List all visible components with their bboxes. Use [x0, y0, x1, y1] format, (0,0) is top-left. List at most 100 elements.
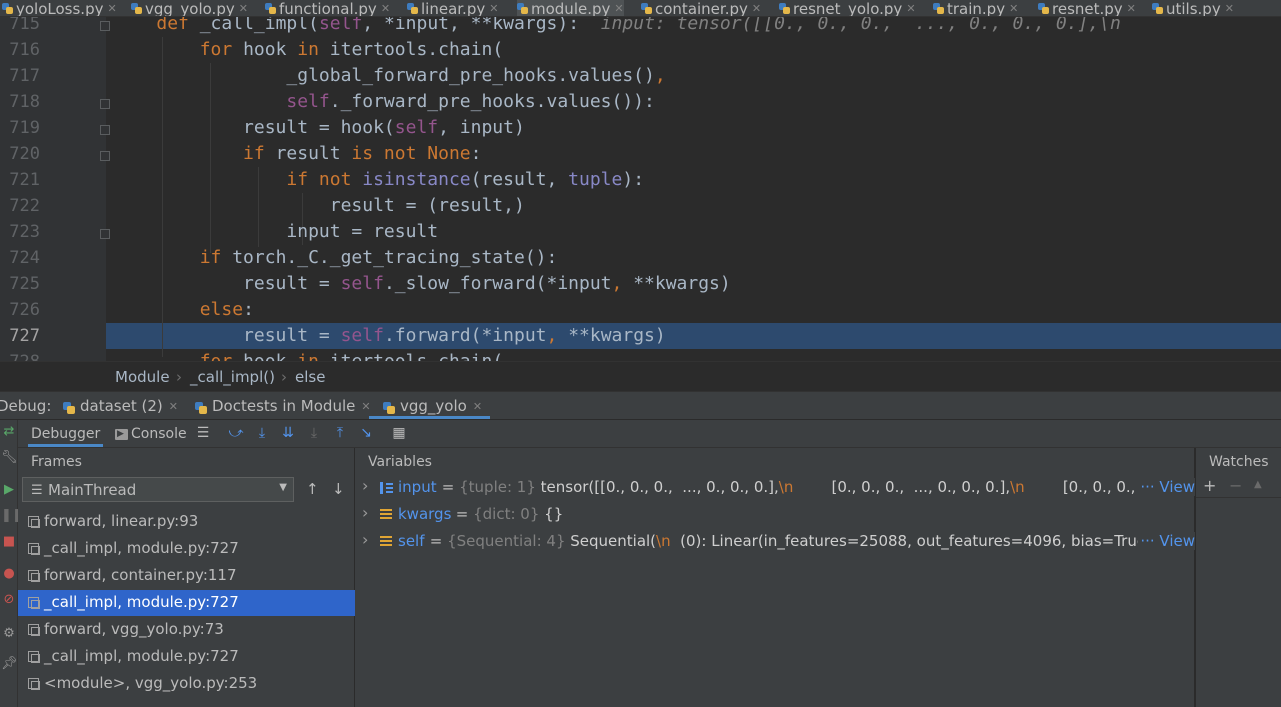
close-icon[interactable]: ✕	[1127, 1, 1136, 17]
move-up-icon[interactable]: ▲	[1254, 479, 1262, 490]
close-icon[interactable]: ✕	[1009, 1, 1018, 17]
code-line[interactable]: result = hook(self, input)	[113, 117, 525, 138]
frame-row[interactable]: _call_impl, module.py:727	[18, 644, 355, 670]
code-line[interactable]: self._forward_pre_hooks.values()):	[113, 91, 654, 112]
pause-icon[interactable]: ❚❚	[1, 508, 23, 524]
line-number[interactable]: 720	[0, 144, 40, 164]
code-line[interactable]: result = self._slow_forward(*input, **kw…	[113, 273, 731, 294]
line-number[interactable]: 722	[0, 196, 40, 216]
editor-tab[interactable]: utils.py ✕	[1152, 0, 1234, 17]
line-number[interactable]: 721	[0, 170, 40, 190]
line-number[interactable]: 718	[0, 92, 40, 112]
close-icon[interactable]: ✕	[169, 400, 178, 413]
show-execution-point-icon[interactable]: ⤻	[227, 424, 245, 442]
variable-row[interactable]: › kwargs = {dict: 0} {}	[355, 503, 1195, 529]
close-icon[interactable]: ✕	[906, 1, 915, 17]
fold-marker-icon[interactable]	[100, 125, 110, 135]
editor-tab[interactable]: train.py ✕	[933, 0, 1018, 17]
close-icon[interactable]: ✕	[239, 1, 248, 17]
wrench-icon[interactable]: 🔧︎	[1, 450, 18, 466]
close-icon[interactable]: ✕	[107, 1, 116, 17]
view-link[interactable]: ··· View	[1138, 478, 1195, 496]
frame-row[interactable]: _call_impl, module.py:727	[18, 590, 355, 616]
frame-row[interactable]: _call_impl, module.py:727	[18, 536, 355, 562]
editor-tab[interactable]: container.py ✕	[641, 0, 761, 17]
code-editor[interactable]: 715 716 717 718 719 720 721 722 723 724 725 726 727 7…	[0, 17, 1281, 361]
variable-row[interactable]: › input = {tuple: 1} tensor([[0., 0., 0.,…	[355, 476, 1195, 502]
line-number[interactable]: 717	[0, 66, 40, 86]
editor-tab[interactable]: resnet_yolo.py ✕	[779, 0, 916, 17]
code-line[interactable]: else:	[113, 299, 254, 320]
chevron-right-icon[interactable]: ›	[362, 503, 368, 522]
code-line[interactable]: result = self.forward(*input, **kwargs)	[113, 325, 666, 346]
close-icon[interactable]: ✕	[752, 1, 761, 17]
line-number[interactable]: 716	[0, 40, 40, 60]
thread-selector[interactable]: ☰ MainThread ▼	[22, 477, 294, 502]
run-to-cursor-icon[interactable]: ↘	[357, 424, 375, 442]
debug-session-dataset[interactable]: dataset (2) ✕	[63, 397, 178, 415]
tab-debugger[interactable]: Debugger	[31, 426, 100, 442]
frame-up-icon[interactable]: ↑	[306, 480, 319, 498]
line-number[interactable]: 727	[0, 326, 40, 346]
debug-session-vgg-yolo[interactable]: vgg_yolo ✕	[383, 397, 482, 415]
frame-row[interactable]: forward, vgg_yolo.py:73	[18, 617, 355, 643]
debug-session-doctests[interactable]: Doctests in Module ✕	[195, 397, 371, 415]
code-line[interactable]: _global_forward_pre_hooks.values(),	[113, 65, 665, 86]
editor-tab[interactable]: functional.py ✕	[265, 0, 390, 17]
code-line[interactable]: if torch._C._get_tracing_state():	[113, 247, 558, 268]
frame-row[interactable]: <module>, vgg_yolo.py:253	[18, 671, 355, 697]
breadcrumb-item-call-impl[interactable]: _call_impl()	[190, 368, 275, 386]
view-link[interactable]: ··· View	[1138, 532, 1195, 550]
code-line[interactable]: for hook in itertools.chain(	[113, 39, 503, 60]
variable-row[interactable]: › self = {Sequential: 4} Sequential(\n (0…	[355, 530, 1195, 556]
close-icon[interactable]: ✕	[381, 1, 390, 17]
editor-tab[interactable]: module.py ✕	[517, 0, 624, 17]
code-line[interactable]: def _call_impl(self, *input, **kwargs): …	[113, 17, 1121, 34]
close-icon[interactable]: ✕	[473, 400, 482, 413]
close-icon[interactable]: ✕	[614, 1, 623, 17]
breadcrumb-item-else[interactable]: else	[295, 368, 325, 386]
fold-marker-icon[interactable]	[100, 21, 110, 31]
code-line[interactable]: result = (result,)	[113, 195, 525, 216]
line-number[interactable]: 723	[0, 222, 40, 242]
line-number[interactable]: 724	[0, 248, 40, 268]
editor-tab[interactable]: linear.py ✕	[407, 0, 498, 17]
step-into-my-code-icon[interactable]: ⤓	[305, 424, 323, 442]
line-number[interactable]: 719	[0, 118, 40, 138]
code-line[interactable]: input = result	[113, 221, 438, 242]
step-over-icon[interactable]: ⤓	[253, 424, 271, 442]
code-line[interactable]: if not isinstance(result, tuple):	[113, 169, 644, 190]
fold-marker-icon[interactable]	[100, 99, 110, 109]
close-icon[interactable]: ✕	[1225, 1, 1234, 17]
pin-icon[interactable]: 📌︎	[1, 656, 18, 672]
line-number[interactable]: 725	[0, 274, 40, 294]
line-number[interactable]: 726	[0, 300, 40, 320]
line-number[interactable]: 715	[0, 17, 40, 34]
view-breakpoints-icon[interactable]: ●	[1, 566, 17, 582]
tab-console[interactable]: ▶ Console	[115, 426, 187, 442]
frame-down-icon[interactable]: ↓	[332, 480, 345, 498]
editor-tab[interactable]: yoloLoss.py ✕	[2, 0, 117, 17]
frame-row[interactable]: forward, container.py:117	[18, 563, 355, 589]
editor-tab[interactable]: vgg_yolo.py ✕	[131, 0, 248, 17]
frame-row[interactable]: forward, linear.py:93	[18, 509, 355, 535]
menu-icon[interactable]: ☰	[194, 424, 212, 442]
fold-marker-icon[interactable]	[100, 151, 110, 161]
fold-marker-icon[interactable]	[100, 229, 110, 239]
mute-breakpoints-icon[interactable]: ⊘	[1, 592, 17, 608]
breadcrumb-item-module[interactable]: Module	[115, 368, 170, 386]
remove-watch-icon[interactable]: −	[1229, 476, 1242, 495]
stop-icon[interactable]: ■	[1, 534, 17, 550]
code-line[interactable]: if result is not None:	[113, 143, 481, 164]
step-out-icon[interactable]: ⤒	[331, 424, 349, 442]
evaluate-expression-icon[interactable]: ▦	[390, 424, 408, 442]
rerun-icon[interactable]: ⇄	[1, 424, 17, 440]
chevron-right-icon[interactable]: ›	[362, 530, 368, 549]
editor-tab[interactable]: resnet.py ✕	[1038, 0, 1136, 17]
resume-icon[interactable]: ▶	[1, 482, 17, 498]
step-into-icon[interactable]: ⇊	[279, 424, 297, 442]
close-icon[interactable]: ✕	[361, 400, 370, 413]
close-icon[interactable]: ✕	[489, 1, 498, 17]
settings-icon[interactable]: ⚙	[1, 626, 17, 642]
chevron-right-icon[interactable]: ›	[362, 476, 368, 495]
